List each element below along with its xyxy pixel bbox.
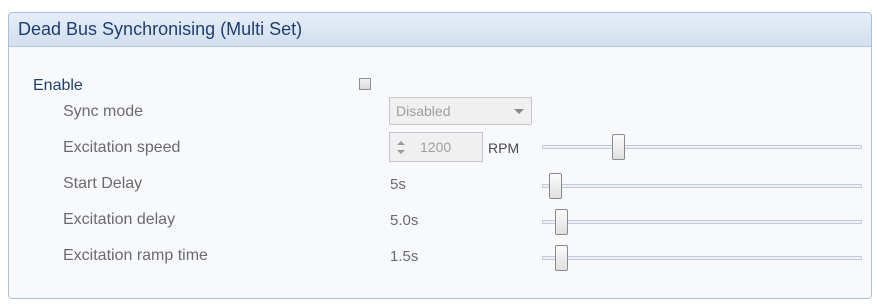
excitation-ramp-time-value: 1.5s <box>390 248 419 265</box>
slider-thumb[interactable] <box>612 134 625 160</box>
sync-mode-select[interactable]: Disabled <box>389 97 532 125</box>
slider-track <box>542 184 862 188</box>
enable-label: Enable <box>33 77 83 94</box>
excitation-speed-slider[interactable] <box>542 133 862 161</box>
sync-mode-label: Sync mode <box>63 103 144 120</box>
start-delay-slider[interactable] <box>542 172 862 200</box>
excitation-ramp-time-slider[interactable] <box>542 244 862 272</box>
dead-bus-sync-panel: Dead Bus Synchronising (Multi Set) Enabl… <box>8 12 872 299</box>
start-delay-label: Start Delay <box>63 175 143 192</box>
panel-title: Dead Bus Synchronising (Multi Set) <box>18 19 303 39</box>
slider-track <box>542 256 862 260</box>
excitation-delay-value: 5.0s <box>390 212 419 229</box>
slider-track <box>542 145 862 149</box>
panel-body: Enable Sync mode Disabled Excitation spe… <box>9 47 871 298</box>
panel-header: Dead Bus Synchronising (Multi Set) <box>9 13 871 47</box>
sync-mode-value: Disabled <box>396 103 451 119</box>
excitation-speed-value: 1200 <box>420 139 452 155</box>
enable-checkbox[interactable] <box>359 78 371 90</box>
excitation-speed-spinner[interactable]: 1200 <box>389 132 483 162</box>
slider-track <box>542 220 862 224</box>
start-delay-value: 5s <box>390 176 406 193</box>
slider-thumb[interactable] <box>555 209 568 235</box>
slider-thumb[interactable] <box>549 173 562 199</box>
spin-down-icon[interactable] <box>397 150 405 154</box>
spin-up-icon[interactable] <box>397 141 405 145</box>
excitation-delay-label: Excitation delay <box>63 211 176 228</box>
excitation-delay-slider[interactable] <box>542 208 862 236</box>
spinner-arrows-icon[interactable] <box>396 139 406 157</box>
slider-thumb[interactable] <box>555 245 568 271</box>
excitation-speed-label: Excitation speed <box>63 139 181 156</box>
excitation-speed-unit: RPM <box>488 140 520 156</box>
excitation-ramp-time-label: Excitation ramp time <box>63 247 208 264</box>
chevron-down-icon <box>514 109 524 114</box>
